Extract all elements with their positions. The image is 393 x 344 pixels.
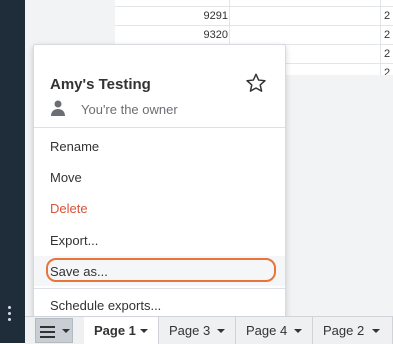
menu-item-delete[interactable]: Delete bbox=[34, 193, 285, 223]
table-row: 9270 2 bbox=[115, 0, 393, 7]
menu-item-label: Rename bbox=[50, 139, 100, 154]
tab-page-4[interactable]: Page 4 bbox=[236, 317, 313, 344]
menu-item-label: Move bbox=[50, 170, 82, 185]
table-cell: 2 bbox=[384, 48, 391, 60]
table-row: 9320 2 bbox=[115, 26, 393, 45]
menu-divider bbox=[34, 288, 285, 289]
table-row: 9291 2 bbox=[115, 7, 393, 26]
chevron-down-icon[interactable] bbox=[372, 329, 380, 333]
chevron-down-icon[interactable] bbox=[294, 329, 302, 333]
menu-item-label: Delete bbox=[50, 201, 88, 216]
menu-item-label: Save as... bbox=[50, 264, 108, 279]
tab-page-2[interactable]: Page 2 bbox=[313, 317, 393, 344]
table-cell: 2 bbox=[384, 0, 390, 3]
star-icon[interactable] bbox=[245, 72, 267, 94]
table-cell: 2 bbox=[384, 10, 391, 22]
chevron-down-icon[interactable] bbox=[217, 329, 225, 333]
menu-item-save-as[interactable]: Save as... bbox=[34, 256, 285, 286]
page-options-menu: Amy's Testing You're the owner Rename Mo… bbox=[33, 44, 286, 322]
tab-page-3[interactable]: Page 3 bbox=[159, 317, 236, 344]
chevron-down-icon bbox=[62, 329, 70, 333]
more-options-icon[interactable] bbox=[8, 306, 12, 321]
page-menu-button[interactable] bbox=[35, 318, 73, 343]
tab-label: Page 2 bbox=[323, 323, 365, 338]
user-icon bbox=[51, 100, 65, 116]
table-cell: 9270 bbox=[204, 0, 228, 3]
menu-item-export[interactable]: Export... bbox=[34, 225, 285, 255]
table-cell: 2 bbox=[384, 29, 391, 41]
tab-label: Page 4 bbox=[246, 323, 288, 338]
left-sidebar bbox=[0, 0, 25, 343]
tab-label: Page 1 bbox=[94, 323, 136, 338]
table-cell: 2 bbox=[384, 67, 391, 75]
tab-page-1[interactable]: Page 1 bbox=[84, 317, 159, 344]
hamburger-icon bbox=[40, 326, 55, 341]
menu-header: Amy's Testing You're the owner bbox=[34, 45, 285, 128]
table-cell: 9291 bbox=[203, 10, 228, 22]
tab-label: Page 3 bbox=[169, 323, 211, 338]
menu-item-rename[interactable]: Rename bbox=[34, 131, 285, 161]
owner-label: You're the owner bbox=[81, 102, 178, 117]
table-cell: 9320 bbox=[203, 29, 228, 41]
chevron-down-icon[interactable] bbox=[140, 329, 148, 333]
report-title: Amy's Testing bbox=[50, 76, 151, 93]
menu-item-move[interactable]: Move bbox=[34, 162, 285, 192]
page-tabs-bar: Page 1 Page 3 Page 4 Page 2 bbox=[25, 316, 393, 344]
menu-item-label: Schedule exports... bbox=[50, 298, 162, 313]
menu-item-label: Export... bbox=[50, 233, 99, 248]
